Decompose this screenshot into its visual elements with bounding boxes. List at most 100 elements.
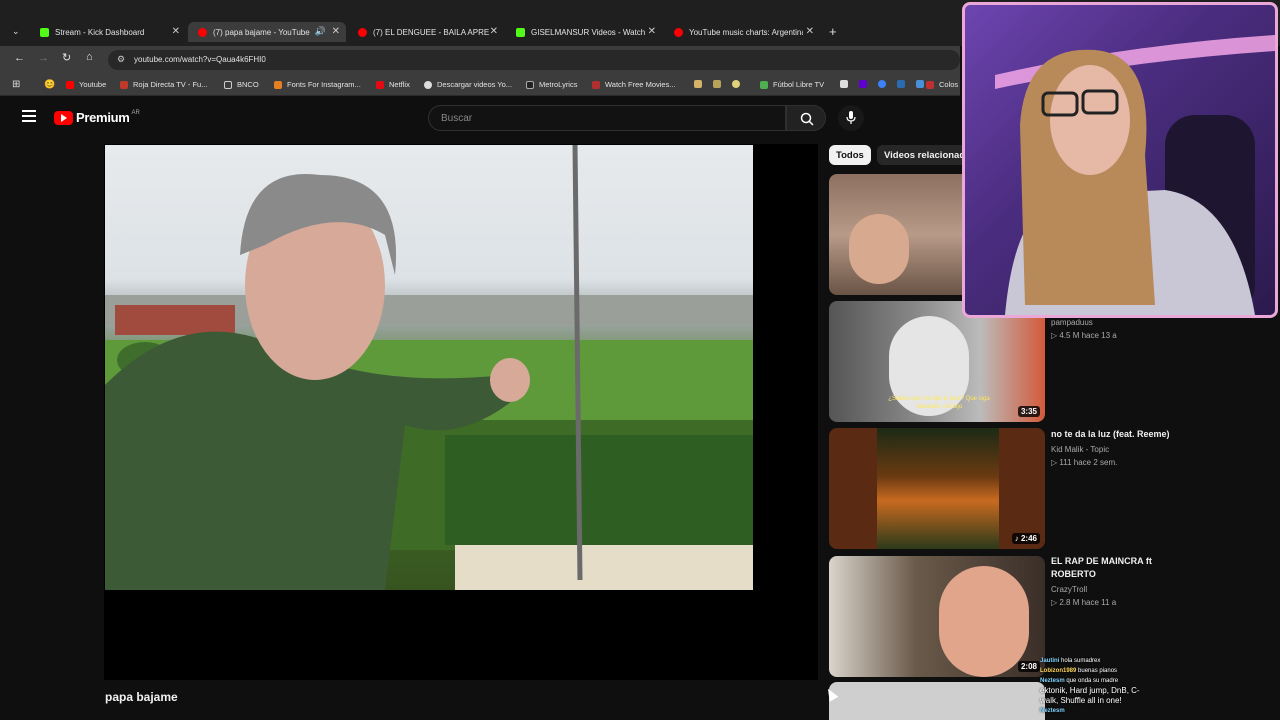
chat-message: Jautini hola sumadrex bbox=[1040, 658, 1101, 664]
bookmark-icon bbox=[878, 80, 886, 88]
close-icon[interactable]: ✕ bbox=[332, 26, 340, 37]
chat-message: Lobizon1989 buenas pianos bbox=[1040, 668, 1118, 674]
bookmarks-bar: ⊞ 😊 Youtube Roja Directa TV - Fu... BNCO… bbox=[0, 74, 960, 96]
tab-title: GISELMANSUR Videos - Watch bbox=[531, 27, 646, 37]
country-code: AR bbox=[131, 109, 140, 116]
youtube-icon bbox=[674, 27, 683, 37]
bookmark-icons-group[interactable] bbox=[694, 80, 745, 88]
tab-title: Stream - Kick Dashboard bbox=[55, 27, 145, 37]
close-icon[interactable]: ✕ bbox=[490, 26, 498, 37]
video-frame[interactable] bbox=[105, 145, 753, 590]
browser-tab[interactable]: Stream - Kick Dashboard ✕ bbox=[30, 22, 186, 42]
chip-todos[interactable]: Todos bbox=[829, 145, 871, 165]
search-placeholder: Buscar bbox=[441, 113, 473, 124]
thumb-artwork bbox=[877, 428, 999, 549]
close-icon[interactable]: ✕ bbox=[806, 26, 814, 37]
chat-message: Neztesm que onda su madre bbox=[1040, 678, 1119, 684]
youtube-icon bbox=[358, 27, 367, 37]
reload-icon[interactable]: ↻ bbox=[62, 51, 71, 64]
bookmark-fonts[interactable]: Fonts For Instagram... bbox=[274, 80, 361, 89]
search-input[interactable]: Buscar bbox=[428, 105, 786, 131]
hamburger-menu-icon[interactable] bbox=[22, 110, 36, 122]
video-title-link[interactable]: EL RAP DE MAINCRA ft ROBERTO bbox=[1051, 555, 1181, 581]
futbol-icon bbox=[760, 80, 768, 89]
browser-tab-active[interactable]: (7) papa bajame - YouTube 🔊 ✕ bbox=[188, 22, 346, 42]
bookmark-metrolyrics[interactable]: MetroLyrics bbox=[526, 80, 577, 89]
bookmark-bnco[interactable]: BNCO bbox=[224, 80, 259, 89]
recommendation-thumbnail[interactable] bbox=[829, 682, 1045, 720]
roja-directa-icon bbox=[120, 80, 128, 89]
netflix-icon bbox=[376, 80, 384, 89]
apps-grid-icon[interactable]: ⊞ bbox=[12, 79, 20, 90]
recommendation-thumbnail[interactable]: ¿Sabés que me dijo el juez? Que siga mar… bbox=[829, 301, 1045, 422]
address-bar[interactable]: ⚙ youtube.com/watch?v=Qaua4k6FHI0 bbox=[108, 50, 960, 70]
voice-search-button[interactable] bbox=[838, 105, 864, 131]
yahoo-icon bbox=[859, 80, 867, 88]
premium-label: Premium bbox=[76, 110, 130, 125]
site-info-icon[interactable]: ⚙ bbox=[117, 54, 125, 65]
chat-message: walk, Shuffle all in one! bbox=[1040, 696, 1122, 705]
browser-tab[interactable]: YouTube music charts: Argentina ✕ bbox=[664, 22, 820, 42]
bookmark-watch-free-movies[interactable]: Watch Free Movies... bbox=[592, 80, 676, 89]
fonts-icon bbox=[274, 80, 282, 89]
video-stats: ▷ 111 hace 2 sem. bbox=[1051, 458, 1118, 467]
browser-tab[interactable]: (7) EL DENGUEE - BAILA APRETADO ✕ bbox=[348, 22, 504, 42]
search-bar: Buscar bbox=[428, 105, 826, 131]
webcam-image bbox=[995, 35, 1275, 315]
bookmark-descargar[interactable]: Descargar videos Yo... bbox=[424, 80, 512, 89]
bookmark-icons-group-2[interactable] bbox=[840, 80, 929, 88]
search-icon bbox=[800, 112, 814, 126]
video-title: papa bajame bbox=[105, 690, 178, 704]
video-still-image bbox=[105, 145, 753, 590]
youtube-icon bbox=[198, 27, 207, 37]
back-arrow-icon[interactable]: ← bbox=[14, 52, 25, 64]
youtube-logo[interactable]: Premium AR bbox=[54, 110, 140, 125]
duration-badge: 3:35 bbox=[1017, 406, 1040, 417]
close-icon[interactable]: ✕ bbox=[172, 26, 180, 37]
browser-tab[interactable]: GISELMANSUR Videos - Watch ✕ bbox=[506, 22, 662, 42]
stream-chat-overlay: Jautini hola sumadrex Lobizon1989 buenas… bbox=[1040, 656, 1240, 720]
search-button[interactable] bbox=[786, 105, 826, 131]
home-icon[interactable]: ⌂ bbox=[86, 51, 93, 63]
video-stats: ▷ 4.5 M hace 13 a bbox=[1051, 331, 1117, 340]
recommendation-thumbnail[interactable]: 2:08 bbox=[829, 556, 1045, 677]
tab-title: (7) EL DENGUEE - BAILA APRETADO bbox=[373, 27, 489, 37]
youtube-icon bbox=[66, 80, 74, 89]
thumb-person bbox=[849, 214, 909, 284]
chat-message: ektonik, Hard jump, DnB, C- bbox=[1040, 686, 1140, 695]
kick-icon bbox=[40, 27, 49, 37]
bookmark-futbol-libre[interactable]: Fútbol Libre TV bbox=[760, 80, 824, 89]
kick-icon bbox=[516, 27, 525, 37]
browser-toolbar: ← → ↻ ⌂ ⚙ youtube.com/watch?v=Qaua4k6FHI… bbox=[0, 46, 960, 74]
new-tab-plus-icon[interactable]: + bbox=[829, 24, 837, 39]
bookmark-icon bbox=[732, 80, 740, 88]
thumb-subtitle: ¿Sabés que me dijo el juez? Que siga mar… bbox=[888, 396, 990, 410]
bookmark-youtube[interactable]: Youtube bbox=[66, 80, 106, 89]
video-channel[interactable]: Kid Malik - Topic bbox=[1051, 443, 1109, 456]
bookmark-icon bbox=[713, 80, 721, 88]
video-title-link[interactable]: no te da la luz (feat. Reeme) bbox=[1051, 428, 1201, 441]
duration-badge: ♪ 2:46 bbox=[1011, 533, 1040, 544]
youtube-play-icon bbox=[54, 110, 73, 125]
bookmark-roja-directa[interactable]: Roja Directa TV - Fu... bbox=[120, 80, 207, 89]
close-icon[interactable]: ✕ bbox=[648, 26, 656, 37]
video-channel[interactable]: CrazyTroll bbox=[1051, 583, 1087, 596]
microphone-icon bbox=[846, 111, 856, 124]
speaker-icon[interactable]: 🔊 bbox=[315, 26, 326, 37]
recommendation-thumbnail[interactable]: ♪ 2:46 bbox=[829, 428, 1045, 549]
video-stats: ▷ 2.8 M hace 11 a bbox=[1051, 598, 1117, 607]
forward-arrow-icon[interactable]: → bbox=[38, 52, 49, 64]
emoji-bookmark-icon[interactable]: 😊 bbox=[44, 79, 55, 90]
url-text: youtube.com/watch?v=Qaua4k6FHI0 bbox=[134, 55, 266, 64]
folder-icon bbox=[224, 80, 232, 89]
bookmark-icon bbox=[840, 80, 848, 88]
bookmark-netflix[interactable]: Netflix bbox=[376, 80, 410, 89]
metrolyrics-icon bbox=[526, 80, 534, 89]
movies-icon bbox=[592, 80, 600, 89]
bookmark-colos[interactable]: Colos bbox=[926, 80, 958, 89]
tab-title: (7) papa bajame - YouTube bbox=[213, 27, 310, 37]
bookmark-icon bbox=[897, 80, 905, 88]
colos-icon bbox=[926, 80, 934, 89]
duration-badge: 2:08 bbox=[1017, 661, 1040, 672]
tab-search-chevron-icon[interactable]: ⌄ bbox=[12, 26, 20, 37]
